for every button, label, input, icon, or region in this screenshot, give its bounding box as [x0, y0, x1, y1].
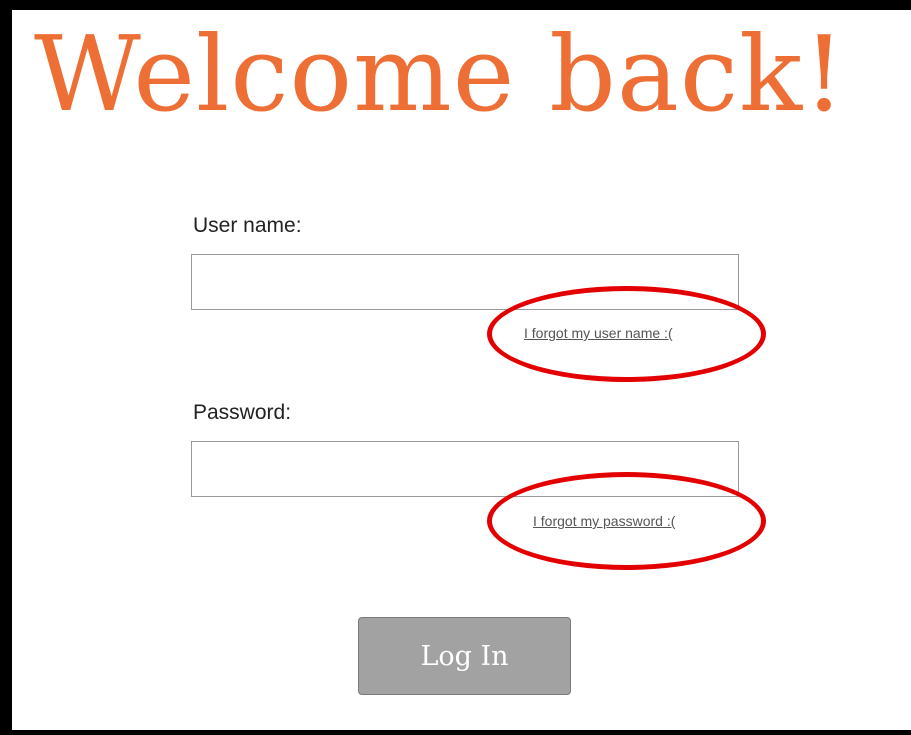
password-field[interactable] [191, 441, 739, 497]
forgot-password-link[interactable]: I forgot my password :( [533, 513, 675, 529]
username-label: User name: [193, 214, 302, 237]
login-button[interactable]: Log In [358, 617, 571, 695]
page-title: Welcome back! [34, 13, 846, 135]
username-field[interactable] [191, 254, 739, 310]
password-label: Password: [193, 401, 292, 424]
forgot-username-link[interactable]: I forgot my user name :( [524, 325, 673, 341]
